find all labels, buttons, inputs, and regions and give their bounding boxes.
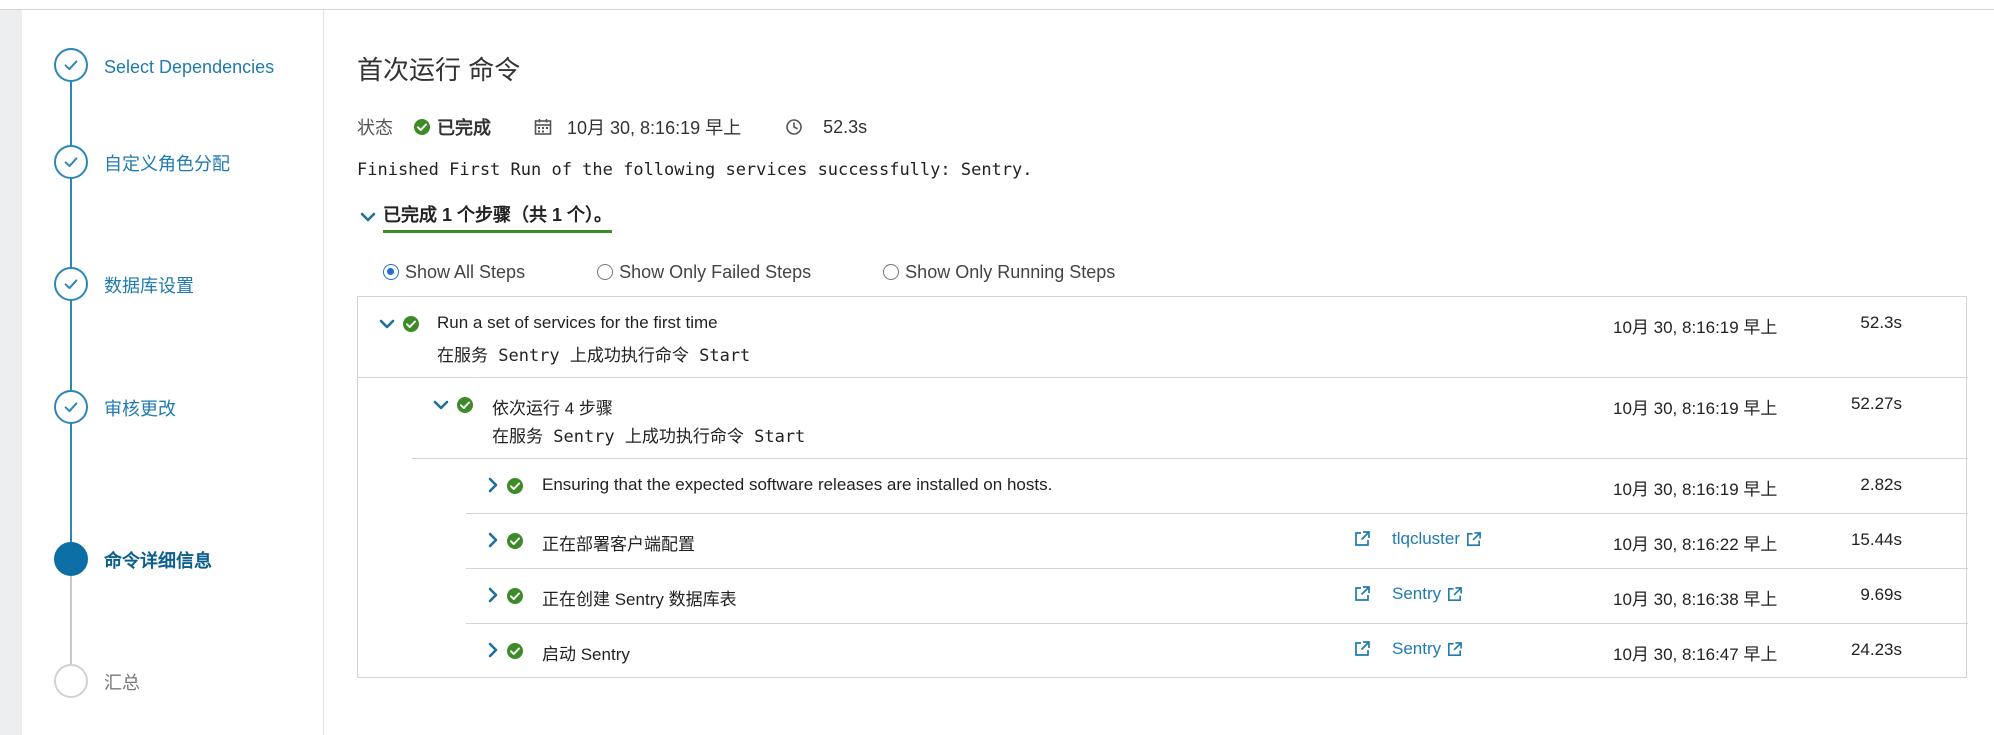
step-subtitle: 在服务 Sentry 上成功执行命令 Start [492,427,806,447]
status-label: 状态 [357,118,393,138]
wizard-step-database-setup[interactable]: 数据库设置 [54,267,324,327]
wizard-step-label: 命令详细信息 [104,551,212,571]
success-check-icon [414,119,430,135]
steps-table: Run a set of services for the first time… [357,296,1968,678]
clock-icon [786,119,802,135]
filter-failed-steps[interactable]: Show Only Failed Steps [597,262,811,283]
step-row-sequence[interactable]: 依次运行 4 步骤 在服务 Sentry 上成功执行命令 Start 10月 3… [358,378,1968,458]
link-label: Sentry [1392,584,1442,603]
page-title: 首次运行 命令 [357,55,521,85]
step-subtitle: 在服务 Sentry 上成功执行命令 Start [437,346,751,366]
wizard-step-label: 汇总 [104,673,140,693]
link-label: Sentry [1392,639,1442,658]
service-link[interactable]: Sentry [1392,639,1463,659]
status-date: 10月 30, 8:16:19 早上 [567,118,742,138]
wizard-step-label: 数据库设置 [104,276,194,296]
success-check-icon [507,533,523,549]
calendar-icon [534,119,552,135]
filter-all-steps[interactable]: Show All Steps [383,262,525,283]
step-filter-group: Show All Steps Show Only Failed Steps Sh… [383,258,1187,286]
step-row-child[interactable]: 正在部署客户端配置 tlqcluster 10月 30, 8:16:22 早上 … [358,514,1968,568]
wizard-step-label: Select Dependencies [104,57,275,77]
step-time: 10月 30, 8:16:19 早上 [1613,399,1778,418]
step-duration: 15.44s [1850,530,1902,549]
pending-step-circle-icon [54,664,88,698]
status-duration: 52.3s [823,116,868,137]
step-duration: 52.3s [1860,313,1902,332]
result-message: Finished First Run of the following serv… [357,160,1033,180]
filter-label: Show Only Running Steps [905,261,1116,282]
chevron-right-icon[interactable] [484,641,502,659]
check-icon [54,48,88,82]
step-title: Run a set of services for the first time [437,313,718,332]
external-link-icon[interactable] [1353,585,1371,603]
chevron-right-icon[interactable] [484,531,502,549]
check-icon [54,267,88,301]
filter-label: Show All Steps [405,261,526,282]
step-title: 启动 Sentry [542,645,630,664]
service-link[interactable]: Sentry [1392,584,1463,604]
filter-running-steps[interactable]: Show Only Running Steps [883,262,1115,283]
wizard-sidebar: Select Dependencies 自定义角色分配 数据库设置 审核更改 命… [22,10,324,735]
status-badge: 已完成 [437,118,491,138]
external-link-icon [1448,586,1463,601]
wizard-step-command-details[interactable]: 命令详细信息 [54,542,324,602]
external-link-icon [1448,641,1463,656]
radio-selected-icon[interactable] [383,264,399,280]
wizard-step-summary[interactable]: 汇总 [54,664,324,724]
chevron-down-icon [360,212,376,222]
step-row-top[interactable]: Run a set of services for the first time… [358,297,1968,377]
radio-icon[interactable] [883,264,900,280]
left-gutter [0,10,22,735]
step-time: 10月 30, 8:16:19 早上 [1613,480,1778,499]
active-step-dot-icon [54,542,88,576]
step-time: 10月 30, 8:16:22 早上 [1613,535,1778,554]
chevron-right-icon[interactable] [484,476,502,494]
link-label: tlqcluster [1392,529,1461,548]
step-duration: 2.82s [1860,475,1902,494]
step-title: 正在部署客户端配置 [542,535,695,554]
step-title: 正在创建 Sentry 数据库表 [542,590,737,609]
step-time: 10月 30, 8:16:38 早上 [1613,590,1778,609]
cluster-link[interactable]: tlqcluster [1392,529,1482,549]
step-duration: 52.27s [1850,394,1902,413]
success-check-icon [507,588,523,604]
wizard-step-custom-role-assignment[interactable]: 自定义角色分配 [54,145,324,205]
top-border [0,0,1994,10]
step-duration: 9.69s [1860,585,1902,604]
command-status-row: 状态 已完成 10月 30, 8:16:19 早上 52.3s [357,113,867,141]
step-row-child[interactable]: 启动 Sentry Sentry 10月 30, 8:16:47 早上 24.2… [358,624,1968,678]
wizard-step-review-changes[interactable]: 审核更改 [54,390,324,450]
external-link-icon[interactable] [1353,640,1371,658]
step-row-child[interactable]: Ensuring that the expected software rele… [358,459,1968,513]
chevron-down-icon[interactable] [378,315,396,333]
success-check-icon [507,478,523,494]
step-duration: 24.23s [1850,640,1902,659]
step-title: 依次运行 4 步骤 [492,399,613,418]
step-row-child[interactable]: 正在创建 Sentry 数据库表 Sentry 10月 30, 8:16:38 … [358,569,1968,623]
external-link-icon[interactable] [1353,530,1371,548]
chevron-right-icon[interactable] [484,586,502,604]
filter-label: Show Only Failed Steps [619,261,812,282]
success-check-icon [403,316,419,332]
steps-summary-toggle[interactable]: 已完成 1 个步骤（共 1 个）。 [359,201,613,233]
step-time: 10月 30, 8:16:19 早上 [1613,318,1778,337]
success-check-icon [507,643,523,659]
step-title: Ensuring that the expected software rele… [542,475,1053,494]
command-details-panel: 首次运行 命令 状态 已完成 10月 30, 8:16:19 早上 52.3s … [357,10,1972,735]
steps-summary-text: 已完成 1 个步骤（共 1 个）。 [383,201,613,233]
chevron-down-icon[interactable] [432,396,450,414]
wizard-step-select-dependencies[interactable]: Select Dependencies [54,48,324,108]
radio-icon[interactable] [597,264,614,280]
wizard-step-label: 审核更改 [104,399,176,419]
check-icon [54,145,88,179]
step-time: 10月 30, 8:16:47 早上 [1613,645,1778,664]
check-icon [54,390,88,424]
wizard-step-label: 自定义角色分配 [104,154,230,174]
external-link-icon [1467,531,1481,546]
success-check-icon [457,397,473,413]
